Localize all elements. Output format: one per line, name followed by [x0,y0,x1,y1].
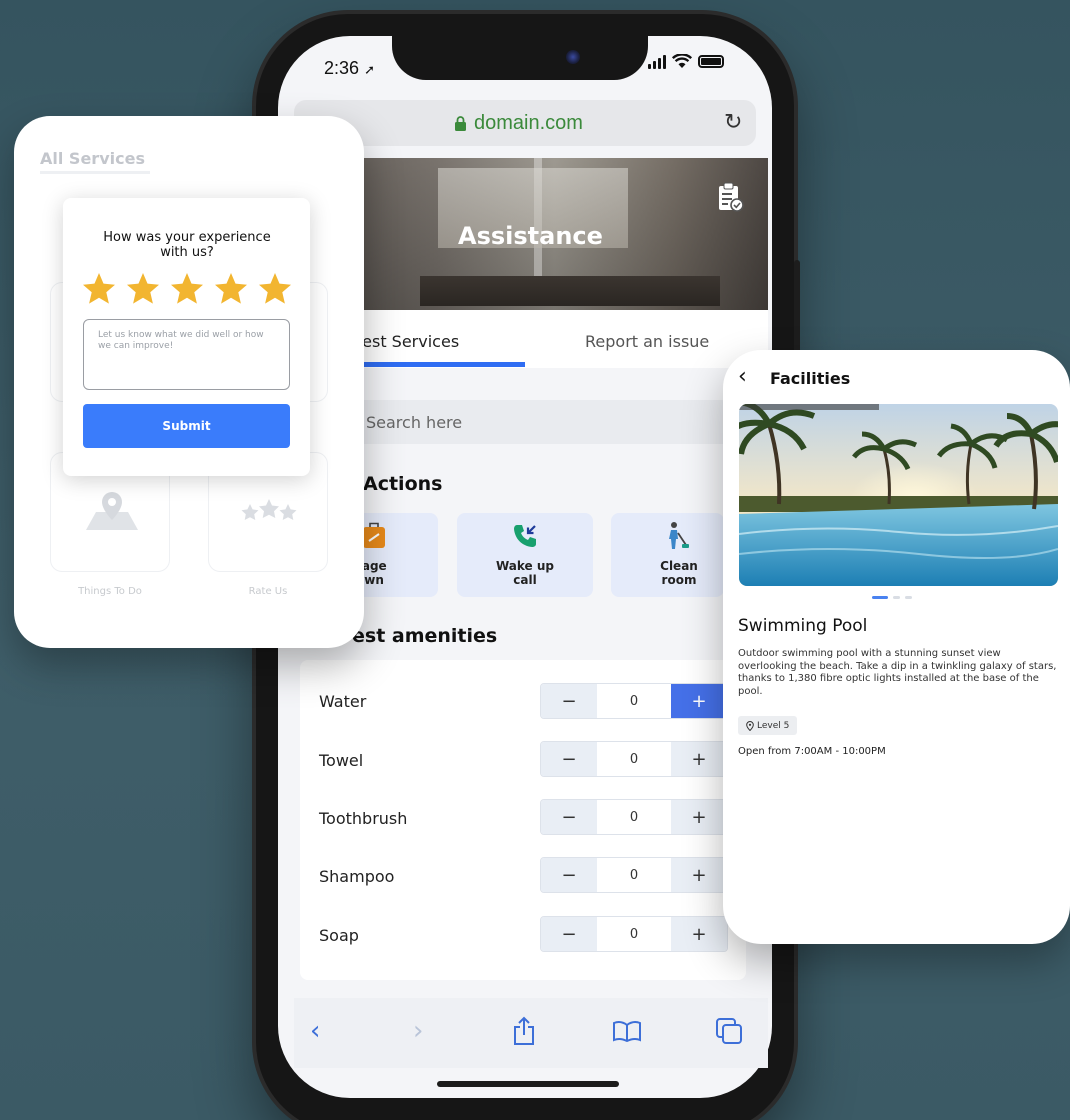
quick-action-label: Wake up call [495,559,554,587]
share-icon[interactable] [512,1016,536,1046]
tile-label: Things To Do [78,586,142,597]
services-title: All Services [40,149,145,168]
search-placeholder: Search here [366,413,463,432]
decrement-button[interactable]: − [541,684,597,718]
tab-request-services[interactable]: uest Services [352,332,459,351]
camera-icon [566,50,580,64]
url-text[interactable]: domain.com [474,112,583,135]
quantity-value[interactable]: 0 [597,917,671,951]
active-tab-indicator [352,362,525,367]
subtitle-placeholder [40,171,150,174]
wifi-icon [672,54,692,68]
star-icon[interactable] [258,272,292,306]
star-icon[interactable] [170,272,204,306]
quick-actions-title: Actions [363,473,443,495]
forward-icon[interactable]: › [413,1016,423,1046]
level-badge: Level 5 [738,716,798,735]
quantity-stepper: − 0 + [540,741,728,777]
quantity-value[interactable]: 0 [597,684,671,718]
map-pin-icon [86,492,138,530]
tab-report-issue[interactable]: Report an issue [585,332,709,351]
decrement-button[interactable]: − [541,742,597,776]
pool-image[interactable] [739,404,1058,586]
battery-icon [698,55,724,68]
back-icon[interactable]: ‹ [310,1016,320,1046]
feedback-textarea[interactable]: Let us know what we did well or how we c… [83,319,290,390]
luggage-icon [363,522,385,548]
facility-card-title: Facilities [770,369,851,388]
hero-image-counter [420,276,720,306]
amenity-name: Shampoo [319,867,395,886]
star-icon[interactable] [214,272,248,306]
reload-icon[interactable]: ↻ [724,110,742,135]
signal-icon [648,54,666,69]
increment-button[interactable]: + [671,742,727,776]
star-icon[interactable] [82,272,116,306]
increment-button[interactable]: + [671,917,727,951]
lock-icon [455,116,466,131]
location-arrow-icon: ➚ [364,62,375,77]
amenities-title: est amenities [352,625,498,647]
star-rating[interactable] [82,272,292,306]
level-label: Level 5 [757,720,790,731]
increment-button[interactable]: + [671,800,727,834]
phone-notch [392,18,648,80]
submit-button[interactable]: Submit [83,404,290,448]
status-icons [648,54,724,69]
back-arrow-icon[interactable]: ‹ [738,364,747,389]
quantity-stepper: − 0 + [540,683,728,719]
bookmarks-icon[interactable] [612,1020,642,1042]
tile-label: Rate Us [248,586,288,597]
phone-callback-icon [514,525,536,547]
status-time: 2:36 ➚ [324,58,375,78]
cleaning-icon [669,522,689,549]
decrement-button[interactable]: − [541,800,597,834]
quantity-stepper: − 0 + [540,799,728,835]
facility-name: Swimming Pool [738,616,868,636]
quantity-value[interactable]: 0 [597,858,671,892]
rate-stars-icon [241,499,297,520]
amenity-name: Towel [319,751,364,770]
opening-hours: Open from 7:00AM - 10:00PM [738,746,886,757]
star-icon[interactable] [126,272,160,306]
quantity-stepper: − 0 + [540,857,728,893]
rating-question: How was your experience with us? [103,230,271,260]
quantity-value[interactable]: 0 [597,800,671,834]
quantity-stepper: − 0 + [540,916,728,952]
amenity-name: Toothbrush [319,809,408,828]
page-title: Assistance [458,222,603,250]
quantity-value[interactable]: 0 [597,742,671,776]
decrement-button[interactable]: − [541,917,597,951]
decrement-button[interactable]: − [541,858,597,892]
home-indicator [437,1081,619,1087]
location-pin-icon [746,720,754,731]
increment-button[interactable]: + [671,858,727,892]
tabs-icon[interactable] [714,1016,744,1046]
carousel-indicator[interactable] [872,596,912,599]
increment-button[interactable]: + [671,684,727,718]
clipboard-check-icon[interactable] [718,182,744,212]
amenity-name: Water [319,692,367,711]
amenity-name: Soap [319,926,359,945]
facility-description: Outdoor swimming pool with a stunning su… [738,648,1057,697]
